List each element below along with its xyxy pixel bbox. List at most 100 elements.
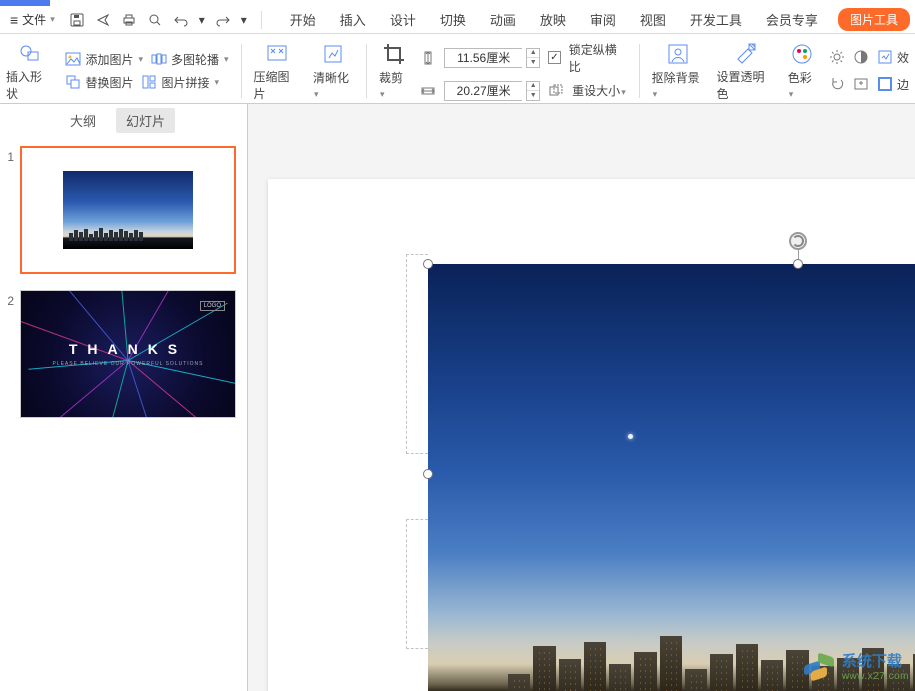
clarity-icon <box>320 41 346 67</box>
insert-shape-label: 插入形状 <box>6 68 53 102</box>
reset-size-button[interactable]: 重设大小▾ <box>572 82 626 99</box>
menubar: ≡ 文件 ▾ ▾ ▾ 开始 插入 设计 切换 动画 放映 审阅 视图 开发工具 … <box>0 6 915 34</box>
width-icon <box>420 83 436 99</box>
redo-icon[interactable] <box>215 12 231 28</box>
transparent-icon <box>733 40 759 66</box>
separator <box>639 44 640 98</box>
height-input[interactable]: 11.56厘米 ▲▼ <box>444 48 540 68</box>
replace-icon <box>65 74 81 90</box>
menu-insert[interactable]: 插入 <box>340 10 366 29</box>
remove-bg-icon <box>665 41 691 67</box>
thanks-text: THANKS <box>52 341 203 357</box>
tab-outline[interactable]: 大纲 <box>70 111 96 130</box>
transparent-label: 设置透明色 <box>717 68 776 102</box>
workspace: 大纲 幻灯片 1 2 <box>0 104 915 691</box>
multi-carousel-button[interactable]: 多图轮播▾ <box>151 51 229 68</box>
separator <box>366 44 367 98</box>
image-icon <box>65 51 81 67</box>
compress-icon <box>264 40 290 66</box>
undo-dropdown-icon[interactable]: ▾ <box>199 13 205 27</box>
selected-image[interactable] <box>428 264 915 691</box>
selection-handle-ml[interactable] <box>423 469 433 479</box>
height-spinner[interactable]: ▲▼ <box>526 48 540 68</box>
redo-dropdown-icon[interactable]: ▾ <box>241 13 247 27</box>
height-value[interactable]: 11.56厘米 <box>444 48 522 68</box>
effect-label: 效 <box>897 49 909 66</box>
thumb-index: 1 <box>4 146 14 164</box>
thanks-subtext: PLEASE BELIEVE OUR POWERFUL SOLUTIONS <box>52 361 203 367</box>
chevron-down-icon: ▾ <box>50 14 55 25</box>
ribbon: 插入形状 添加图片▾ 多图轮播▾ 替换图片 图片拼接▾ <box>0 34 915 104</box>
undo-icon[interactable] <box>173 12 189 28</box>
contrast-icon[interactable] <box>853 49 869 65</box>
collage-icon <box>141 74 157 90</box>
color-icon <box>789 41 815 67</box>
lock-ratio-checkbox[interactable]: ✓ <box>548 51 561 64</box>
menu-animation[interactable]: 动画 <box>490 10 516 29</box>
quick-access-toolbar: ▾ ▾ <box>69 11 266 29</box>
selection-handle-tl[interactable] <box>423 259 433 269</box>
file-menu[interactable]: ≡ 文件 ▾ <box>4 11 61 28</box>
print-preview-icon[interactable] <box>147 12 163 28</box>
border-icon <box>877 76 893 92</box>
menu-review[interactable]: 审阅 <box>590 10 616 29</box>
remove-bg-label: 抠除背景 <box>652 71 700 85</box>
slide-canvas[interactable]: 系统下载 www.x27.com <box>248 104 915 691</box>
shapes-icon <box>17 40 43 66</box>
logo-placeholder: LOGO <box>200 301 225 311</box>
width-spinner[interactable]: ▲▼ <box>526 81 540 101</box>
share-icon[interactable] <box>95 12 111 28</box>
effect-button[interactable]: 效 <box>877 49 909 66</box>
menu-slideshow[interactable]: 放映 <box>540 10 566 29</box>
menu-member[interactable]: 会员专享 <box>766 10 818 29</box>
menu-design[interactable]: 设计 <box>390 10 416 29</box>
slide-thumbnail-2[interactable]: LOGO THANKS PLEASE BELIEVE OUR POWERFUL … <box>20 290 236 418</box>
reset-icon[interactable] <box>853 76 869 92</box>
compress-image-button[interactable]: 压缩图片 <box>254 40 301 102</box>
border-button[interactable]: 边 <box>877 76 909 93</box>
context-tab-picture-tools[interactable]: 图片工具 <box>838 8 910 31</box>
effect-icon <box>877 49 893 65</box>
hamburger-icon: ≡ <box>10 13 18 27</box>
menu-transition[interactable]: 切换 <box>440 10 466 29</box>
watermark-en: www.x27.com <box>842 671 909 682</box>
reset-size-icon <box>548 83 564 99</box>
height-icon <box>420 50 436 66</box>
rotation-handle[interactable] <box>789 232 807 250</box>
tab-slides[interactable]: 幻灯片 <box>116 108 175 133</box>
clarity-button[interactable]: 清晰化▾ <box>313 41 354 100</box>
image-collage-button[interactable]: 图片拼接▾ <box>141 74 219 91</box>
crop-button[interactable]: 裁剪▾ <box>379 41 408 100</box>
set-transparent-button[interactable]: 设置透明色 <box>717 40 776 102</box>
rotate-left-icon[interactable] <box>829 76 845 92</box>
border-label: 边 <box>897 76 909 93</box>
width-value[interactable]: 20.27厘米 <box>444 81 522 101</box>
menu-view[interactable]: 视图 <box>640 10 666 29</box>
thumbnail-list: 1 2 <box>0 136 247 428</box>
thumb-index: 2 <box>4 290 14 308</box>
brightness-icon[interactable] <box>829 49 845 65</box>
slide-thumbnail-1[interactable] <box>20 146 236 274</box>
add-image-label: 添加图片 <box>85 51 133 68</box>
reset-size-label: 重设大小 <box>572 84 620 98</box>
color-label: 色彩 <box>788 71 812 85</box>
menu-devtools[interactable]: 开发工具 <box>690 10 742 29</box>
add-image-button[interactable]: 添加图片▾ <box>65 51 143 68</box>
print-icon[interactable] <box>121 12 137 28</box>
watermark: 系统下载 www.x27.com <box>804 651 909 685</box>
color-button[interactable]: 色彩▾ <box>788 41 817 100</box>
crop-icon <box>381 41 407 67</box>
insert-shape-button[interactable]: 插入形状 <box>6 40 53 102</box>
image-collage-label: 图片拼接 <box>161 74 209 91</box>
save-icon[interactable] <box>69 12 85 28</box>
remove-background-button[interactable]: 抠除背景▾ <box>652 41 705 100</box>
file-menu-label: 文件 <box>22 11 46 28</box>
width-input[interactable]: 20.27厘米 ▲▼ <box>444 81 540 101</box>
watermark-icon <box>804 651 838 685</box>
replace-image-button[interactable]: 替换图片 <box>65 74 133 91</box>
selection-handle-tm[interactable] <box>793 259 803 269</box>
menu-start[interactable]: 开始 <box>290 10 316 29</box>
active-doc-tab[interactable] <box>0 0 50 6</box>
thumb-row: 2 LOGO <box>4 290 243 418</box>
clarity-label: 清晰化 <box>313 71 349 85</box>
